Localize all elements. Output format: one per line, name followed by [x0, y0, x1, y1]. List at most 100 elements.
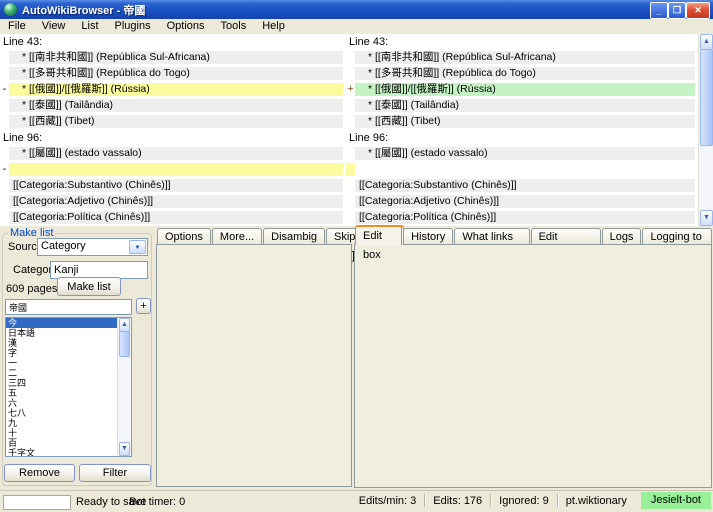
diff-row: * [[多哥共和國]] (República do Togo) — [0, 66, 346, 82]
diff-row: * [[屬國]] (estado vassalo) — [0, 146, 346, 162]
diff-row: * [[泰國]] (Tailândia) — [0, 98, 346, 114]
diff-left-panel: Line 43:* [[南非共和國]] (República Sul-Afric… — [0, 34, 346, 226]
diff-row: - — [0, 162, 346, 178]
source-dropdown[interactable]: Category ▼ — [37, 238, 148, 256]
scroll-down-icon[interactable]: ▼ — [700, 210, 713, 226]
filter-button[interactable]: Filter — [79, 464, 151, 482]
restore-button[interactable]: ❐ — [668, 2, 686, 19]
diff-line: * [[屬國]] (estado vassalo) — [9, 147, 343, 160]
diff-line: [[Categoria:Política (Chinês)]] — [9, 211, 343, 224]
diff-row: [[Categoria:Substantivo (Chinês)]] — [0, 178, 346, 194]
diff-row: * [[南非共和國]] (República Sul-Africana) — [346, 50, 698, 66]
list-item[interactable]: 漢 — [6, 338, 118, 348]
list-item[interactable]: 三四 — [6, 378, 118, 388]
menu-bar: FileViewListPluginsOptionsToolsHelp — [0, 19, 713, 34]
diff-line: * [[南非共和國]] (República Sul-Africana) — [355, 51, 695, 64]
scroll-down-icon[interactable]: ▼ — [119, 442, 130, 456]
list-item[interactable]: 六 — [6, 398, 118, 408]
tab-disambig[interactable]: Disambig — [263, 228, 325, 245]
source-value: Category — [41, 240, 86, 252]
tab-history[interactable]: History — [403, 228, 453, 245]
tab-edit-box[interactable]: Edit box — [355, 225, 402, 245]
diff-row: -* [[俄國]]/[[俄羅斯]] (Rússia) — [0, 82, 346, 98]
diff-row: * [[西藏]] (Tibet) — [0, 114, 346, 130]
diff-row: [[Categoria:Política (Chinês)]] — [346, 210, 698, 226]
scroll-up-icon[interactable]: ▲ — [700, 34, 713, 50]
tab-logs[interactable]: Logs — [602, 228, 642, 245]
middle-tab-page — [156, 244, 352, 487]
diff-row: [[Categoria:Política (Chinês)]] — [0, 210, 346, 226]
status-user-badge: Jesielt-bot — [641, 492, 711, 509]
list-item[interactable]: 十 — [6, 428, 118, 438]
diff-line: * [[多哥共和國]] (República do Togo) — [9, 67, 343, 80]
status-bot-timer: Bot timer: 0 — [129, 496, 185, 508]
diff-line: * [[俄國]]/[[俄羅斯]] (Rússia) — [355, 83, 695, 96]
minimize-button[interactable]: _ — [650, 2, 668, 19]
diff-row: * [[西藏]] (Tibet) — [346, 114, 698, 130]
diff-row: [[Categoria:Adjetivo (Chinês)]] — [0, 194, 346, 210]
diff-marker: - — [0, 163, 9, 175]
menu-list[interactable]: List — [73, 19, 106, 34]
list-item[interactable]: 日本語 — [6, 328, 118, 338]
tab-logging-to-file[interactable]: Logging to file — [642, 228, 712, 245]
menu-view[interactable]: View — [34, 19, 74, 34]
menu-options[interactable]: Options — [159, 19, 213, 34]
chevron-down-icon[interactable]: ▼ — [129, 240, 146, 254]
diff-line: * [[泰國]] (Tailândia) — [9, 99, 343, 112]
diff-line: [[Categoria:Adjetivo (Chinês)]] — [9, 195, 343, 208]
diff-line: [[Categoria:Política (Chinês)]] — [355, 211, 695, 224]
list-item[interactable]: 百 — [6, 438, 118, 448]
diff-scrollbar-thumb[interactable] — [700, 49, 713, 146]
make-list-button[interactable]: Make list — [57, 277, 121, 296]
add-page-button[interactable]: + — [136, 298, 151, 314]
page-list-scrollbar-thumb[interactable] — [119, 331, 130, 357]
diff-line-header: Line 96: — [346, 130, 698, 146]
menu-tools[interactable]: Tools — [213, 19, 255, 34]
status-field: pt.wiktionary — [558, 495, 635, 507]
scroll-up-icon[interactable]: ▲ — [119, 318, 130, 332]
remove-button[interactable]: Remove — [4, 464, 75, 482]
diff-line: * [[西藏]] (Tibet) — [355, 115, 695, 128]
diff-line: [[Categoria:Adjetivo (Chinês)]] — [355, 195, 695, 208]
diff-right-panel: Line 43:* [[南非共和國]] (República Sul-Afric… — [346, 34, 698, 226]
list-item[interactable]: 字 — [6, 348, 118, 358]
tab-more[interactable]: More... — [212, 228, 262, 245]
page-filter-input[interactable] — [5, 299, 132, 315]
menu-file[interactable]: File — [0, 19, 34, 34]
menu-plugins[interactable]: Plugins — [107, 19, 159, 34]
diff-line: * [[泰國]] (Tailândia) — [355, 99, 695, 112]
diff-line — [355, 163, 695, 176]
diff-row: [[Categoria:Adjetivo (Chinês)]] — [346, 194, 698, 210]
diff-row: [[Categoria:Substantivo (Chinês)]] — [346, 178, 698, 194]
tab-edit-summary[interactable]: Edit Summary — [531, 228, 601, 245]
pages-count: 609 pages — [6, 283, 57, 295]
app-icon — [4, 3, 17, 16]
menu-help[interactable]: Help — [254, 19, 293, 34]
tab-options[interactable]: Options — [157, 228, 211, 245]
close-button[interactable]: ✕ — [686, 2, 710, 19]
diff-line: * [[屬國]] (estado vassalo) — [355, 147, 695, 160]
list-item[interactable]: 一 — [6, 358, 118, 368]
status-right-fields: Edits/min: 3Edits: 176Ignored: 9pt.wikti… — [351, 491, 711, 510]
page-list[interactable]: 今日本語漢字一二三四五六七八九十百千字文 ▲ ▼ — [5, 317, 132, 457]
progress-box — [3, 495, 71, 510]
list-item[interactable]: 今 — [6, 318, 118, 328]
diff-line: [[Categoria:Substantivo (Chinês)]] — [355, 179, 695, 192]
diff-scrollbar[interactable]: ▲ ▼ — [698, 34, 713, 226]
page-list-scrollbar[interactable]: ▲ ▼ — [117, 318, 131, 456]
diff-line: * [[西藏]] (Tibet) — [9, 115, 343, 128]
list-item[interactable]: 五 — [6, 388, 118, 398]
list-item[interactable]: 千字文 — [6, 448, 118, 457]
diff-marker: - — [0, 83, 9, 95]
diff-marker — [346, 163, 355, 176]
list-item[interactable]: 二 — [6, 368, 118, 378]
editor-tab-page — [354, 244, 712, 488]
diff-area: Line 43:* [[南非共和國]] (República Sul-Afric… — [0, 34, 713, 226]
diff-line-header: Line 96: — [0, 130, 346, 146]
list-item[interactable]: 九 — [6, 418, 118, 428]
list-item[interactable]: 七八 — [6, 408, 118, 418]
tab-what-links-here[interactable]: What links here — [454, 228, 529, 245]
title-bar: AutoWikiBrowser - 帝國 — [0, 0, 713, 19]
status-field: Edits/min: 3 — [351, 495, 424, 507]
window-title: AutoWikiBrowser - 帝國 — [22, 2, 145, 18]
